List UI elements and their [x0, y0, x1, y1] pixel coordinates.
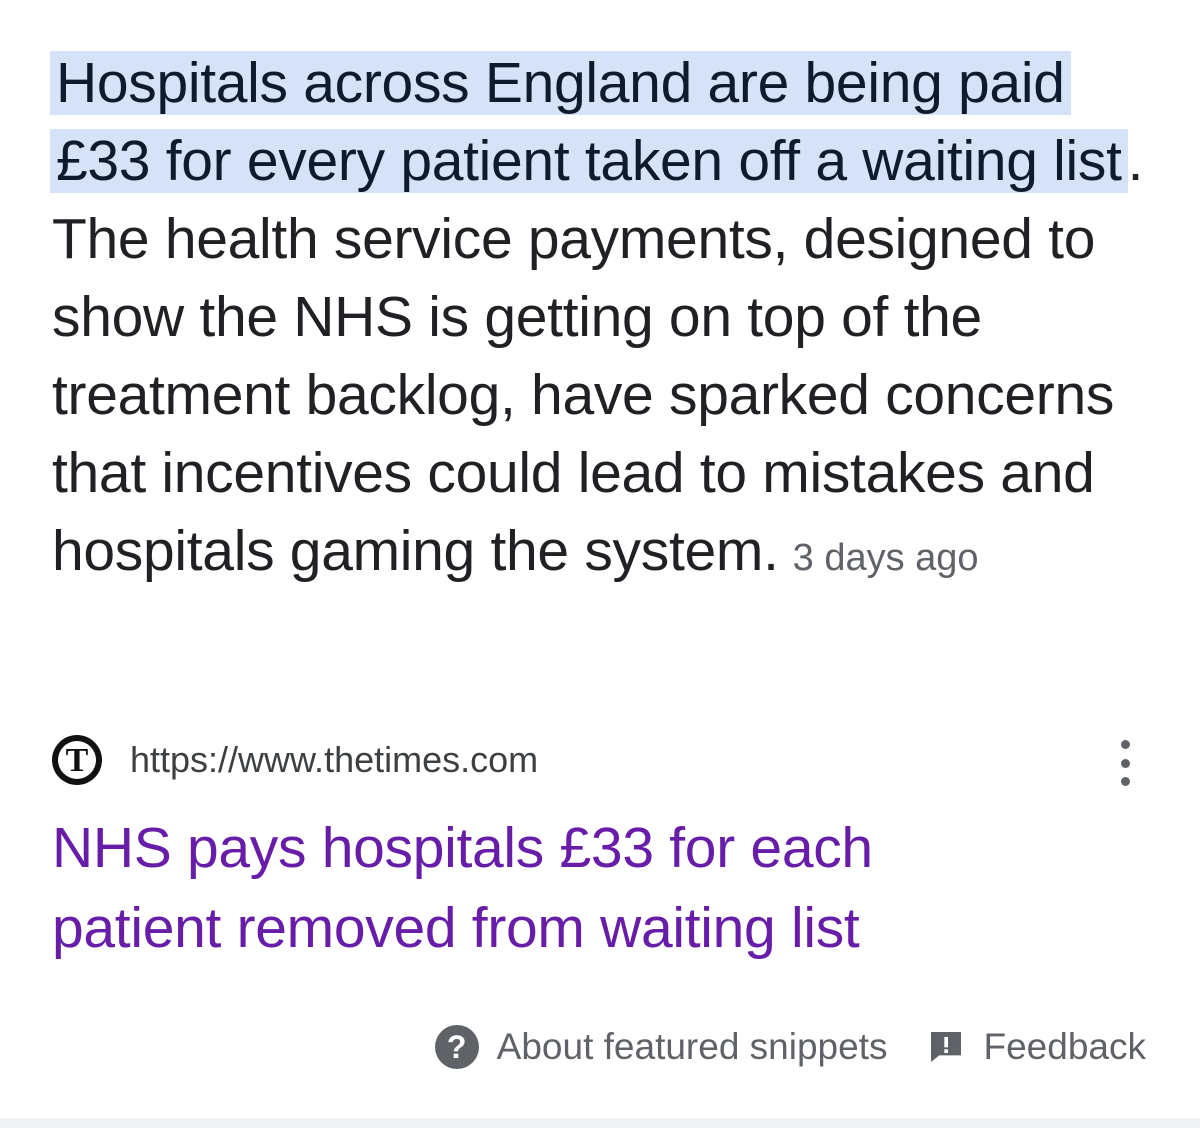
snippet-body: . The health service payments, designed …: [52, 129, 1144, 583]
about-featured-snippets-button[interactable]: ? About featured snippets: [434, 1025, 888, 1069]
featured-snippet-text: Hospitals across England are being paid …: [50, 44, 1162, 597]
feedback-icon: [930, 1032, 961, 1062]
about-label: About featured snippets: [496, 1026, 888, 1067]
source-url[interactable]: https://www.thetimes.com: [130, 739, 538, 781]
snippet-date: 3 days ago: [792, 537, 979, 579]
section-divider: [0, 1118, 1200, 1128]
source-row: T https://www.thetimes.com: [52, 734, 1152, 786]
the-times-logo-icon[interactable]: T: [52, 735, 102, 785]
help-icon: ?: [434, 1025, 479, 1069]
snippet-footer: ? About featured snippets Feedback: [434, 1020, 1147, 1074]
result-title-link[interactable]: NHS pays hospitals £33 for each patient …: [52, 808, 1052, 968]
feedback-label: Feedback: [983, 1026, 1147, 1067]
more-vert-icon[interactable]: [1118, 740, 1132, 786]
highlighted-passage: Hospitals across England are being paid …: [50, 51, 1128, 193]
feedback-button[interactable]: Feedback: [926, 1026, 1147, 1068]
favicon-letter: T: [58, 741, 96, 779]
